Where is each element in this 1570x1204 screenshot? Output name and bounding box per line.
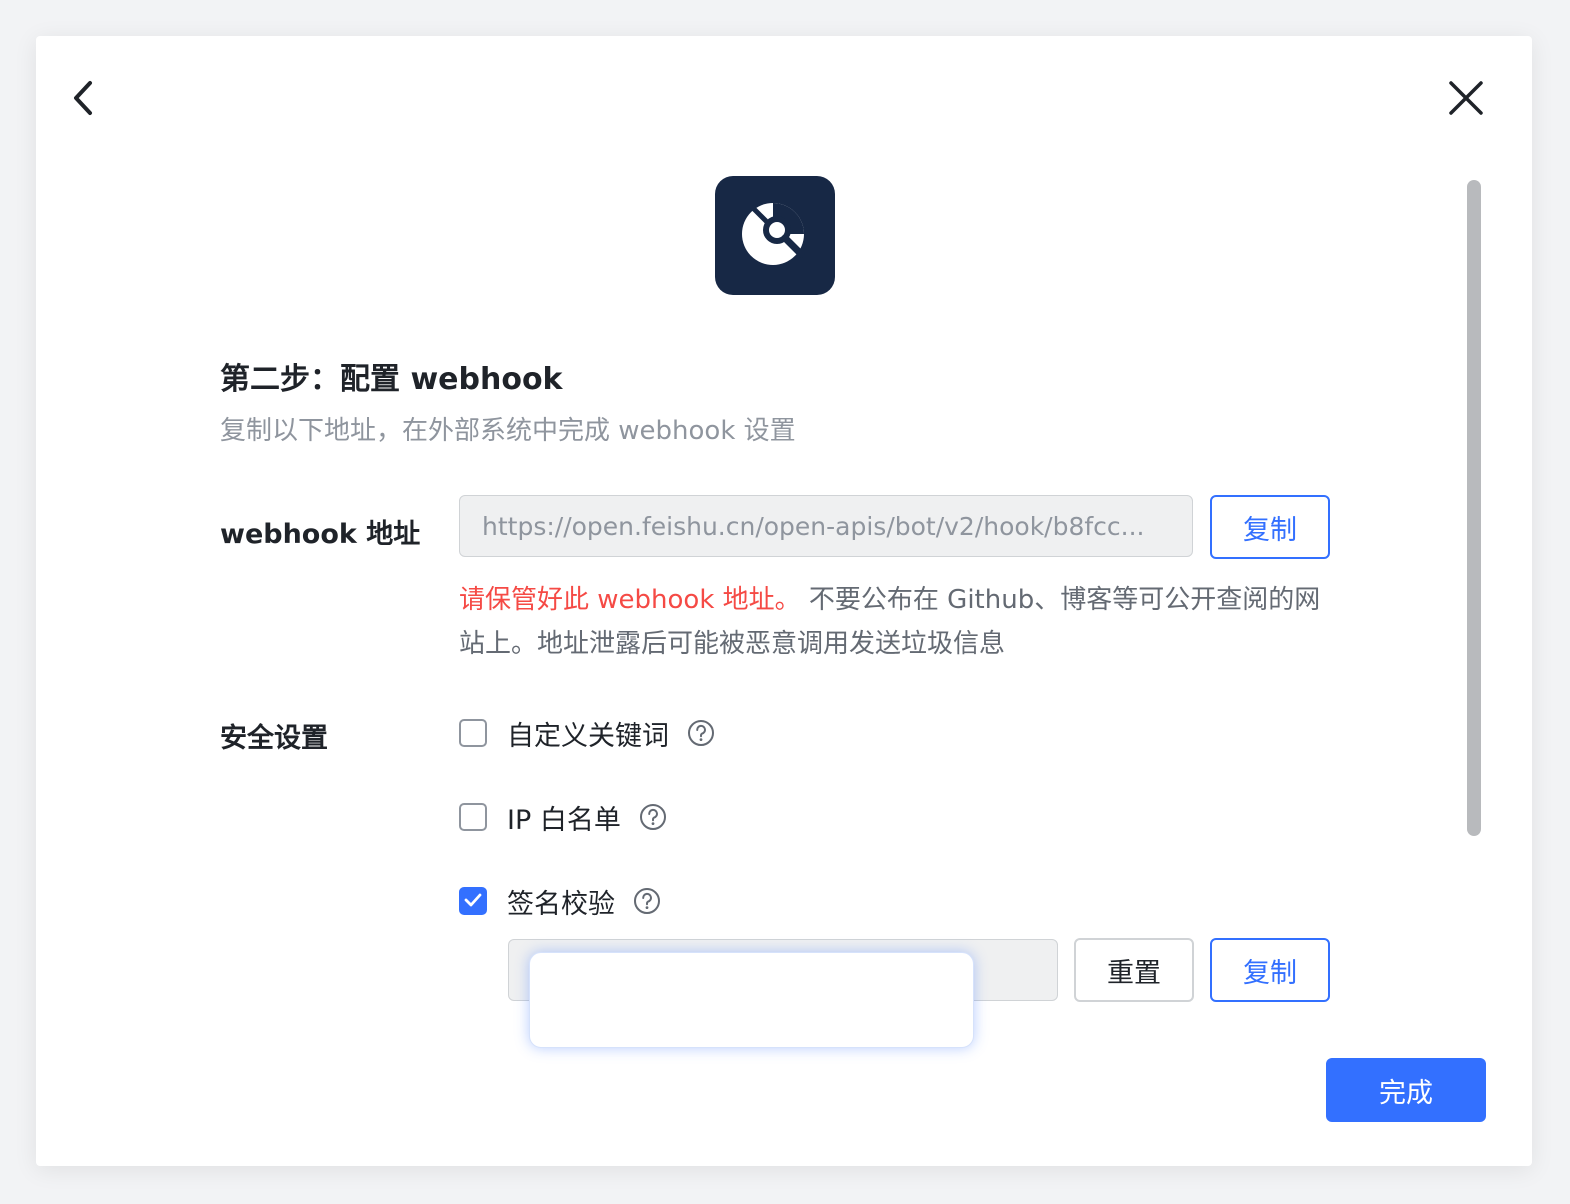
signature-verification-checkbox[interactable] (459, 887, 487, 915)
step-subtitle: 复制以下地址，在外部系统中完成 webhook 设置 (220, 416, 796, 446)
reset-secret-button[interactable]: 重置 (1074, 938, 1194, 1002)
signature-secret-overlay (529, 952, 974, 1048)
app-logo (715, 176, 835, 295)
step-title: 第二步：配置 webhook (220, 362, 563, 397)
bot-search-logo-icon (739, 198, 811, 274)
chevron-left-icon (70, 78, 98, 122)
help-circle-icon[interactable] (639, 803, 667, 831)
close-button[interactable] (1444, 78, 1488, 122)
custom-keyword-label: 自定义关键词 (507, 720, 669, 752)
signature-verification-label: 签名校验 (507, 888, 615, 920)
checkmark-icon (464, 892, 482, 911)
custom-keyword-option[interactable]: 自定义关键词 (459, 713, 715, 753)
ip-whitelist-checkbox[interactable] (459, 803, 487, 831)
scrollbar[interactable] (1467, 180, 1481, 836)
security-settings-label: 安全设置 (220, 723, 328, 754)
webhook-url-label: webhook 地址 (220, 519, 421, 550)
close-icon (1448, 80, 1484, 120)
help-circle-icon[interactable] (687, 719, 715, 747)
help-circle-icon[interactable] (633, 887, 661, 915)
custom-keyword-checkbox[interactable] (459, 719, 487, 747)
ip-whitelist-option[interactable]: IP 白名单 (459, 797, 667, 837)
copy-webhook-url-button[interactable]: 复制 (1210, 495, 1330, 559)
signature-verification-option[interactable]: 签名校验 (459, 881, 661, 921)
copy-secret-button[interactable]: 复制 (1210, 938, 1330, 1002)
back-button[interactable] (62, 78, 106, 122)
warning-highlight: 请保管好此 webhook 地址。 (459, 585, 801, 615)
webhook-warning-text: 请保管好此 webhook 地址。 不要公布在 Github、博客等可公开查阅的… (459, 578, 1339, 666)
ip-whitelist-label: IP 白名单 (507, 804, 621, 836)
webhook-config-dialog: 第二步：配置 webhook 复制以下地址，在外部系统中完成 webhook 设… (36, 36, 1532, 1166)
webhook-url-input[interactable] (459, 495, 1193, 557)
done-button[interactable]: 完成 (1326, 1058, 1486, 1122)
